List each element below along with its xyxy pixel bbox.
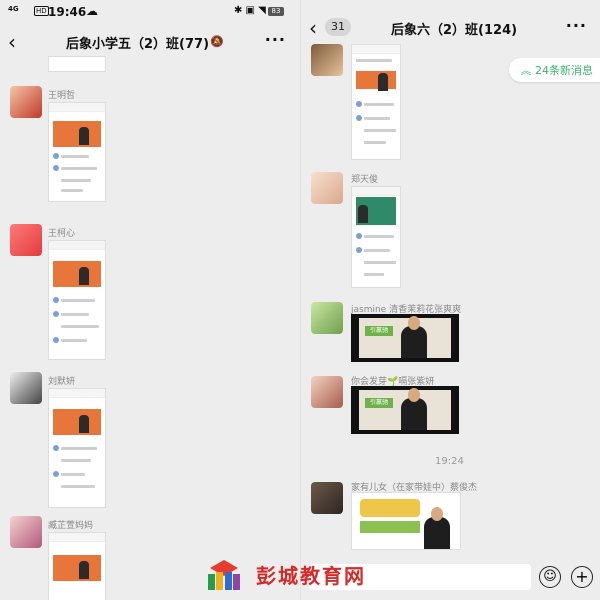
status-bar: 4G HD 19:46 ☁ ✱ ▣ ◥ 83: [0, 0, 300, 24]
video-sign-text: 引赢驰: [365, 398, 393, 408]
right-chat-title: 后象六（2）班(124): [391, 23, 518, 38]
book-logo-icon: [208, 560, 240, 590]
emoji-icon[interactable]: ☺: [539, 566, 561, 588]
chat-image[interactable]: [48, 240, 106, 360]
left-chat-title: 后象小学五（2）班(77): [66, 37, 210, 52]
avatar[interactable]: [311, 302, 343, 334]
cloud-icon: ☁: [86, 4, 98, 18]
chat-image[interactable]: [48, 102, 106, 202]
avatar[interactable]: [311, 172, 343, 204]
watermark-text: 彭城教育网: [256, 564, 366, 588]
chat-image[interactable]: [351, 44, 401, 160]
right-nav-bar: ‹ 31 后象六（2）班(124) ···: [301, 10, 600, 46]
avatar[interactable]: [311, 482, 343, 514]
status-icons: ✱ ▣ ◥: [234, 5, 266, 16]
mute-icon: 🔕: [210, 35, 224, 48]
right-chat-panel: ‹ 31 后象六（2）班(124) ··· ︽ 24条新消息 郑天俊 jasmi…: [300, 0, 600, 600]
more-options-icon[interactable]: ···: [566, 16, 587, 35]
signal-indicator: 4G: [8, 5, 19, 13]
chat-video[interactable]: 引赢驰: [351, 314, 459, 362]
left-nav-bar: ‹ 后象小学五（2）班(77) 🔕 ···: [0, 24, 300, 60]
avatar[interactable]: [311, 44, 343, 76]
message-timestamp: 19:24: [435, 456, 464, 467]
chat-image[interactable]: [48, 388, 106, 508]
chat-video[interactable]: 引赢驰: [351, 386, 459, 434]
left-chat-panel: 4G HD 19:46 ☁ ✱ ▣ ◥ 83 ‹ 后象小学五（2）班(77) 🔕…: [0, 0, 300, 600]
sender-name: 郑天俊: [351, 175, 379, 185]
back-icon[interactable]: ‹: [309, 16, 317, 40]
sender-name: 臧芷萱妈妈: [48, 521, 94, 531]
battery-icon: 83: [268, 7, 284, 16]
sender-name: 王柯心: [48, 229, 76, 239]
avatar[interactable]: [10, 86, 42, 118]
unread-count-badge[interactable]: 31: [325, 18, 351, 36]
chat-image[interactable]: [351, 186, 401, 288]
new-messages-button[interactable]: ︽ 24条新消息: [508, 58, 600, 82]
plus-icon[interactable]: +: [571, 566, 593, 588]
sender-name: 王明哲: [48, 91, 76, 101]
avatar[interactable]: [10, 372, 42, 404]
watermark: 彭城教育网: [198, 554, 398, 598]
chat-image[interactable]: [48, 532, 106, 600]
back-icon[interactable]: ‹: [8, 30, 16, 54]
chat-image[interactable]: [48, 56, 106, 72]
new-messages-label: 24条新消息: [535, 64, 593, 77]
status-time: 19:46: [48, 5, 87, 19]
more-options-icon[interactable]: ···: [265, 30, 286, 49]
avatar[interactable]: [10, 224, 42, 256]
avatar[interactable]: [311, 376, 343, 408]
chat-video[interactable]: [351, 492, 461, 550]
sender-name: 刘默妍: [48, 377, 76, 387]
double-chevron-up-icon: ︽: [520, 64, 532, 77]
video-sign-text: 引赢驰: [365, 326, 393, 336]
hd-indicator: HD: [34, 6, 49, 16]
avatar[interactable]: [10, 516, 42, 548]
